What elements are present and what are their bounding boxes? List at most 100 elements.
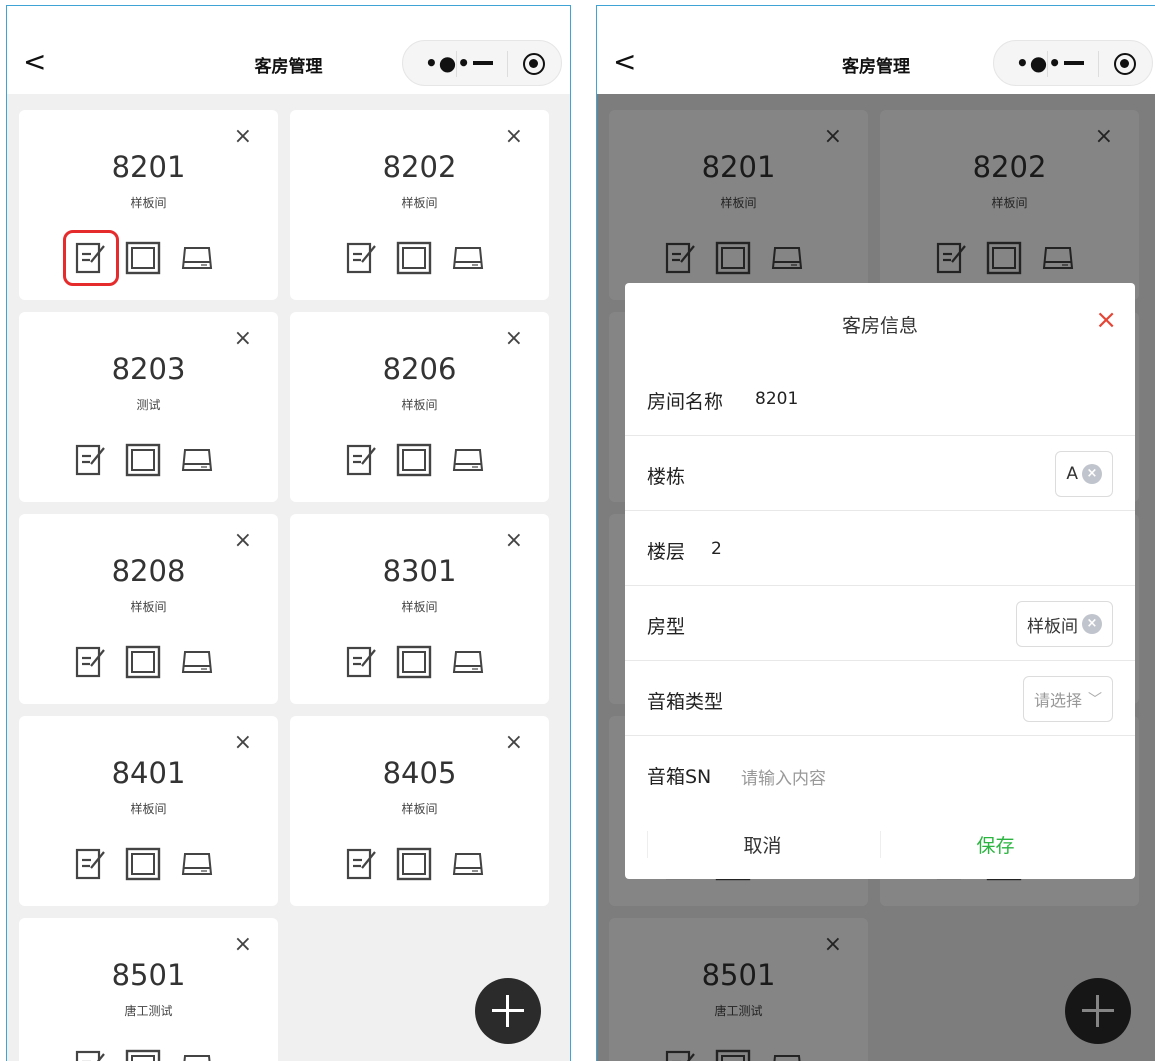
room-actions [342,642,502,682]
edit-icon[interactable] [342,238,382,278]
panel-icon[interactable] [123,642,163,682]
speaker-sn-input[interactable]: 请输入内容 [741,764,826,789]
edit-icon[interactable] [342,440,382,480]
minimize-icon[interactable] [1064,61,1084,65]
room-actions [71,844,231,884]
panel-icon[interactable] [123,440,163,480]
room-type: 样板间 [130,196,167,210]
delete-room-icon[interactable]: × [505,530,523,552]
building-select[interactable]: A × [1055,451,1113,497]
panel-icon[interactable] [394,844,434,884]
room-number: 8501 [111,958,186,992]
device-box-icon[interactable] [448,238,488,278]
edit-icon[interactable] [71,642,111,682]
delete-room-icon[interactable]: × [505,328,523,350]
room-number: 8405 [382,756,457,790]
save-button[interactable]: 保存 [880,831,1110,858]
panel-icon[interactable] [394,440,434,480]
device-box-icon[interactable] [177,1046,217,1061]
room-card[interactable]: × 8401 样板间 [19,716,278,906]
room-number: 8202 [382,150,457,184]
building-row: 楼栋 A × [625,436,1135,511]
room-info-dialog: 客房信息 × 房间名称 8201 楼栋 A × 楼层 2 房型 样板间 × 音箱… [625,283,1135,879]
room-type-value: 样板间 [1027,616,1078,637]
room-card[interactable]: × 8405 样板间 [290,716,549,906]
delete-room-icon[interactable]: × [234,530,252,552]
device-box-icon[interactable] [448,844,488,884]
edit-icon[interactable] [63,230,119,286]
room-card[interactable]: × 8208 样板间 [19,514,278,704]
add-room-button[interactable] [475,978,541,1044]
device-box-icon[interactable] [448,440,488,480]
floor-value: 2 [711,539,722,559]
room-number: 8201 [111,150,186,184]
device-box-icon[interactable] [177,844,217,884]
room-number: 8208 [111,554,186,588]
room-card[interactable]: × 8202 样板间 [290,110,549,300]
room-type-select[interactable]: 样板间 × [1016,601,1113,647]
edit-icon[interactable] [342,642,382,682]
room-number: 8301 [382,554,457,588]
room-actions [342,844,502,884]
room-card[interactable]: × 8501 唐工测试 [19,918,278,1061]
room-type: 样板间 [130,802,167,816]
edit-icon[interactable] [71,844,111,884]
capsule-divider [1047,51,1048,77]
navbar: < 客房管理 •●• [7,6,570,94]
panel-icon[interactable] [394,642,434,682]
delete-room-icon[interactable]: × [234,328,252,350]
device-box-icon[interactable] [177,642,217,682]
capsule-divider [507,51,508,77]
more-icon[interactable]: •●• [1016,51,1062,75]
room-actions [342,238,502,278]
panel-icon[interactable] [123,238,163,278]
panel-icon[interactable] [123,1046,163,1061]
room-name-row: 房间名称 8201 [625,361,1135,436]
room-number: 8206 [382,352,457,386]
edit-icon[interactable] [71,1046,111,1061]
room-type: 样板间 [401,802,438,816]
mini-program-capsule: •●• [993,40,1153,86]
record-icon[interactable] [523,53,545,75]
capsule-divider [1098,51,1099,77]
device-box-icon[interactable] [177,440,217,480]
more-icon[interactable]: •●• [425,51,471,75]
cancel-button[interactable]: 取消 [647,831,877,858]
room-card[interactable]: × 8203 测试 [19,312,278,502]
floor-row: 楼层 2 [625,511,1135,586]
record-icon[interactable] [1114,53,1136,75]
delete-room-icon[interactable]: × [234,126,252,148]
delete-room-icon[interactable]: × [505,126,523,148]
capsule-divider [456,51,457,77]
navbar: < 客房管理 •●• [597,6,1155,94]
room-actions [71,642,231,682]
speaker-type-select[interactable]: 请选择 ﹀ [1022,676,1113,722]
room-type: 样板间 [401,196,438,210]
close-icon[interactable]: × [1095,307,1117,333]
dialog-title: 客房信息 [841,315,918,337]
edit-icon[interactable] [342,844,382,884]
room-card[interactable]: × 8206 样板间 [290,312,549,502]
room-actions [63,230,231,286]
clear-icon[interactable]: × [1082,464,1102,484]
dialog-footer: 取消 保存 [625,807,1135,879]
device-box-icon[interactable] [448,642,488,682]
panel-icon[interactable] [394,238,434,278]
device-box-icon[interactable] [177,238,217,278]
room-type-row: 房型 样板间 × [625,586,1135,661]
delete-room-icon[interactable]: × [234,934,252,956]
mini-program-capsule: •●• [402,40,562,86]
minimize-icon[interactable] [473,61,493,65]
building-label: 楼栋 [647,466,686,488]
delete-room-icon[interactable]: × [234,732,252,754]
room-card[interactable]: × 8301 样板间 [290,514,549,704]
room-name-value: 8201 [755,389,799,409]
clear-icon[interactable]: × [1082,614,1102,634]
panel-icon[interactable] [123,844,163,884]
speaker-type-placeholder: 请选择 [1033,691,1082,710]
speaker-sn-label: 音箱SN [647,766,712,788]
edit-icon[interactable] [71,440,111,480]
delete-room-icon[interactable]: × [505,732,523,754]
room-card[interactable]: × 8201 样板间 [19,110,278,300]
room-type: 样板间 [401,398,438,412]
